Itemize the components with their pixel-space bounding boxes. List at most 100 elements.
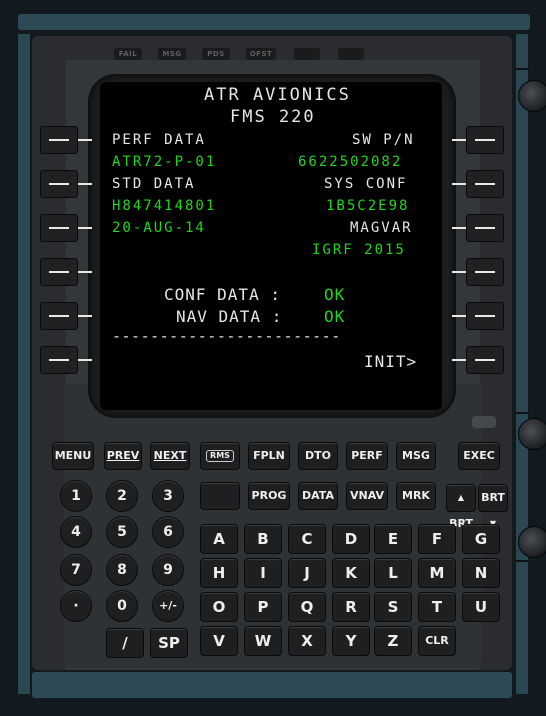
nav-data-value: OK xyxy=(324,307,346,326)
init-prompt[interactable]: INIT> xyxy=(364,352,417,371)
dto-button[interactable]: DTO xyxy=(298,442,338,470)
lsk-tick xyxy=(78,315,92,317)
perf-button[interactable]: PERF xyxy=(346,442,388,470)
data-button[interactable]: DATA xyxy=(298,482,338,510)
menu-button[interactable]: MENU xyxy=(52,442,94,470)
annunciator-msg: MSG xyxy=(158,48,186,60)
brt-down-button[interactable]: BRT▼ xyxy=(478,484,508,528)
sys-conf-label: SYS CONF xyxy=(324,176,408,192)
key-4[interactable]: 4 xyxy=(60,516,92,548)
screen-title: ATR AVIONICS xyxy=(204,85,351,105)
std-data-label: STD DATA xyxy=(112,176,196,192)
perf-data-value: ATR72-P-01 xyxy=(112,154,217,170)
key-o[interactable]: O xyxy=(200,592,238,622)
key-decimal[interactable]: · xyxy=(60,590,92,622)
key-e[interactable]: E xyxy=(374,524,412,554)
rail-divider xyxy=(516,412,530,414)
key-n[interactable]: N xyxy=(462,558,500,588)
key-space[interactable]: SP xyxy=(150,628,188,658)
rail-divider xyxy=(516,68,530,70)
key-j[interactable]: J xyxy=(288,558,326,588)
key-m[interactable]: M xyxy=(418,558,456,588)
key-p[interactable]: P xyxy=(244,592,282,622)
lsk-3r[interactable] xyxy=(466,214,504,242)
key-a[interactable]: A xyxy=(200,524,238,554)
lsk-tick xyxy=(78,183,92,185)
right-rail xyxy=(516,34,528,694)
panel-knob[interactable] xyxy=(518,80,546,112)
magvar-label: MAGVAR xyxy=(350,220,413,236)
prev-button[interactable]: PREV xyxy=(104,442,142,470)
top-panel-strip xyxy=(18,14,530,30)
rail-divider xyxy=(516,560,530,562)
lsk-3l[interactable] xyxy=(40,214,78,242)
key-slash[interactable]: / xyxy=(106,628,144,658)
key-s[interactable]: S xyxy=(374,592,412,622)
left-rail xyxy=(18,34,30,694)
date-value: 20-AUG-14 xyxy=(112,220,206,236)
vnav-button[interactable]: VNAV xyxy=(346,482,388,510)
key-u[interactable]: U xyxy=(462,592,500,622)
magvar-value: IGRF 2015 xyxy=(312,242,406,258)
lsk-tick xyxy=(78,139,92,141)
key-t[interactable]: T xyxy=(418,592,456,622)
lsk-6r[interactable] xyxy=(466,346,504,374)
key-1[interactable]: 1 xyxy=(60,480,92,512)
annunciator-pds: PDS xyxy=(202,48,230,60)
key-c[interactable]: C xyxy=(288,524,326,554)
blank-key[interactable] xyxy=(200,482,240,510)
key-h[interactable]: H xyxy=(200,558,238,588)
lsk-4l[interactable] xyxy=(40,258,78,286)
lsk-4r[interactable] xyxy=(466,258,504,286)
lsk-1l[interactable] xyxy=(40,126,78,154)
key-r[interactable]: R xyxy=(332,592,370,622)
key-0[interactable]: 0 xyxy=(106,590,138,622)
exec-button[interactable]: EXEC xyxy=(458,442,500,470)
lsk-5r[interactable] xyxy=(466,302,504,330)
key-d[interactable]: D xyxy=(332,524,370,554)
prog-button[interactable]: PROG xyxy=(248,482,290,510)
lsk-2r[interactable] xyxy=(466,170,504,198)
nav-data-label: NAV DATA : xyxy=(176,307,283,326)
key-3[interactable]: 3 xyxy=(152,480,184,512)
key-k[interactable]: K xyxy=(332,558,370,588)
lsk-tick xyxy=(78,359,92,361)
key-g[interactable]: G xyxy=(462,524,500,554)
key-8[interactable]: 8 xyxy=(106,554,138,586)
key-b[interactable]: B xyxy=(244,524,282,554)
key-w[interactable]: W xyxy=(244,626,282,656)
key-7[interactable]: 7 xyxy=(60,554,92,586)
key-y[interactable]: Y xyxy=(332,626,370,656)
key-v[interactable]: V xyxy=(200,626,238,656)
next-button[interactable]: NEXT xyxy=(150,442,190,470)
key-6[interactable]: 6 xyxy=(152,516,184,548)
bottom-panel-strip xyxy=(32,672,512,698)
screen-divider: ------------------------ xyxy=(112,327,341,345)
rms-button[interactable]: RMS xyxy=(200,442,240,470)
mrk-button[interactable]: MRK xyxy=(396,482,436,510)
lsk-2l[interactable] xyxy=(40,170,78,198)
key-l[interactable]: L xyxy=(374,558,412,588)
key-plus-minus[interactable]: +/- xyxy=(152,590,184,622)
key-9[interactable]: 9 xyxy=(152,554,184,586)
lsk-1r[interactable] xyxy=(466,126,504,154)
lsk-tick xyxy=(452,359,466,361)
key-clr[interactable]: CLR xyxy=(418,626,456,656)
lsk-6l[interactable] xyxy=(40,346,78,374)
key-z[interactable]: Z xyxy=(374,626,412,656)
key-5[interactable]: 5 xyxy=(106,516,138,548)
fpln-button[interactable]: FPLN xyxy=(248,442,290,470)
annunciator-ofst: OFST xyxy=(246,48,276,60)
key-f[interactable]: F xyxy=(418,524,456,554)
msg-button[interactable]: MSG xyxy=(396,442,436,470)
brt-up-button[interactable]: ▲ BRT xyxy=(446,484,476,530)
key-q[interactable]: Q xyxy=(288,592,326,622)
lsk-5l[interactable] xyxy=(40,302,78,330)
key-i[interactable]: I xyxy=(244,558,282,588)
sw-pn-value: 6622502082 xyxy=(298,154,403,170)
perf-data-label: PERF DATA xyxy=(112,132,206,148)
panel-knob[interactable] xyxy=(518,526,546,558)
panel-knob[interactable] xyxy=(518,418,546,450)
key-x[interactable]: X xyxy=(288,626,326,656)
key-2[interactable]: 2 xyxy=(106,480,138,512)
